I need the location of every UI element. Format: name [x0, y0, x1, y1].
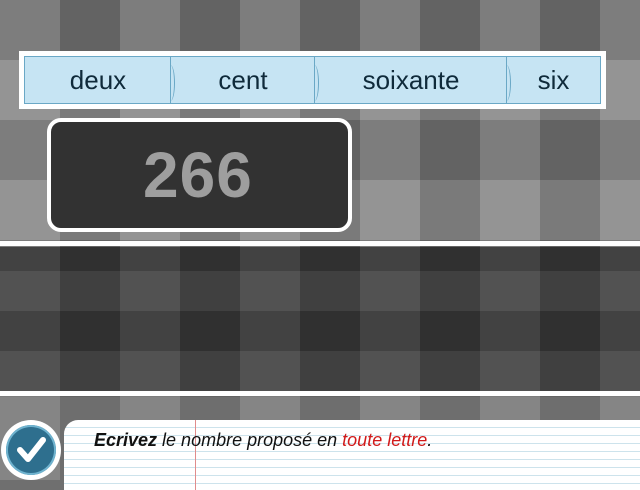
- answer-area: [0, 247, 640, 391]
- instruction-highlight: toute lettre: [342, 430, 428, 450]
- word-piece-deux[interactable]: deux: [25, 57, 175, 103]
- divider-top: [0, 241, 640, 246]
- instruction-text: Ecrivez le nombre proposé en toute lettr…: [94, 430, 432, 451]
- word-label: soixante: [362, 64, 460, 95]
- instruction-middle: le nombre proposé en: [157, 430, 343, 450]
- check-icon: [17, 437, 46, 462]
- validate-button[interactable]: [1, 420, 61, 480]
- word-piece-six[interactable]: six: [507, 57, 600, 103]
- validate-button-face: [6, 425, 56, 475]
- number-value: 266: [143, 139, 253, 211]
- word-label: cent: [218, 64, 268, 95]
- word-piece-soixante[interactable]: soixante: [315, 57, 511, 103]
- word-label: deux: [69, 64, 127, 95]
- instruction-end: .: [427, 430, 433, 450]
- divider-bottom: [0, 391, 640, 396]
- word-label: six: [537, 64, 570, 95]
- instruction-verb: Ecrivez: [94, 430, 158, 450]
- word-strip: deux cent soixante six: [19, 51, 606, 109]
- word-piece-cent[interactable]: cent: [171, 57, 319, 103]
- number-display: 266: [47, 118, 352, 232]
- word-pieces: deux cent soixante six: [24, 56, 601, 104]
